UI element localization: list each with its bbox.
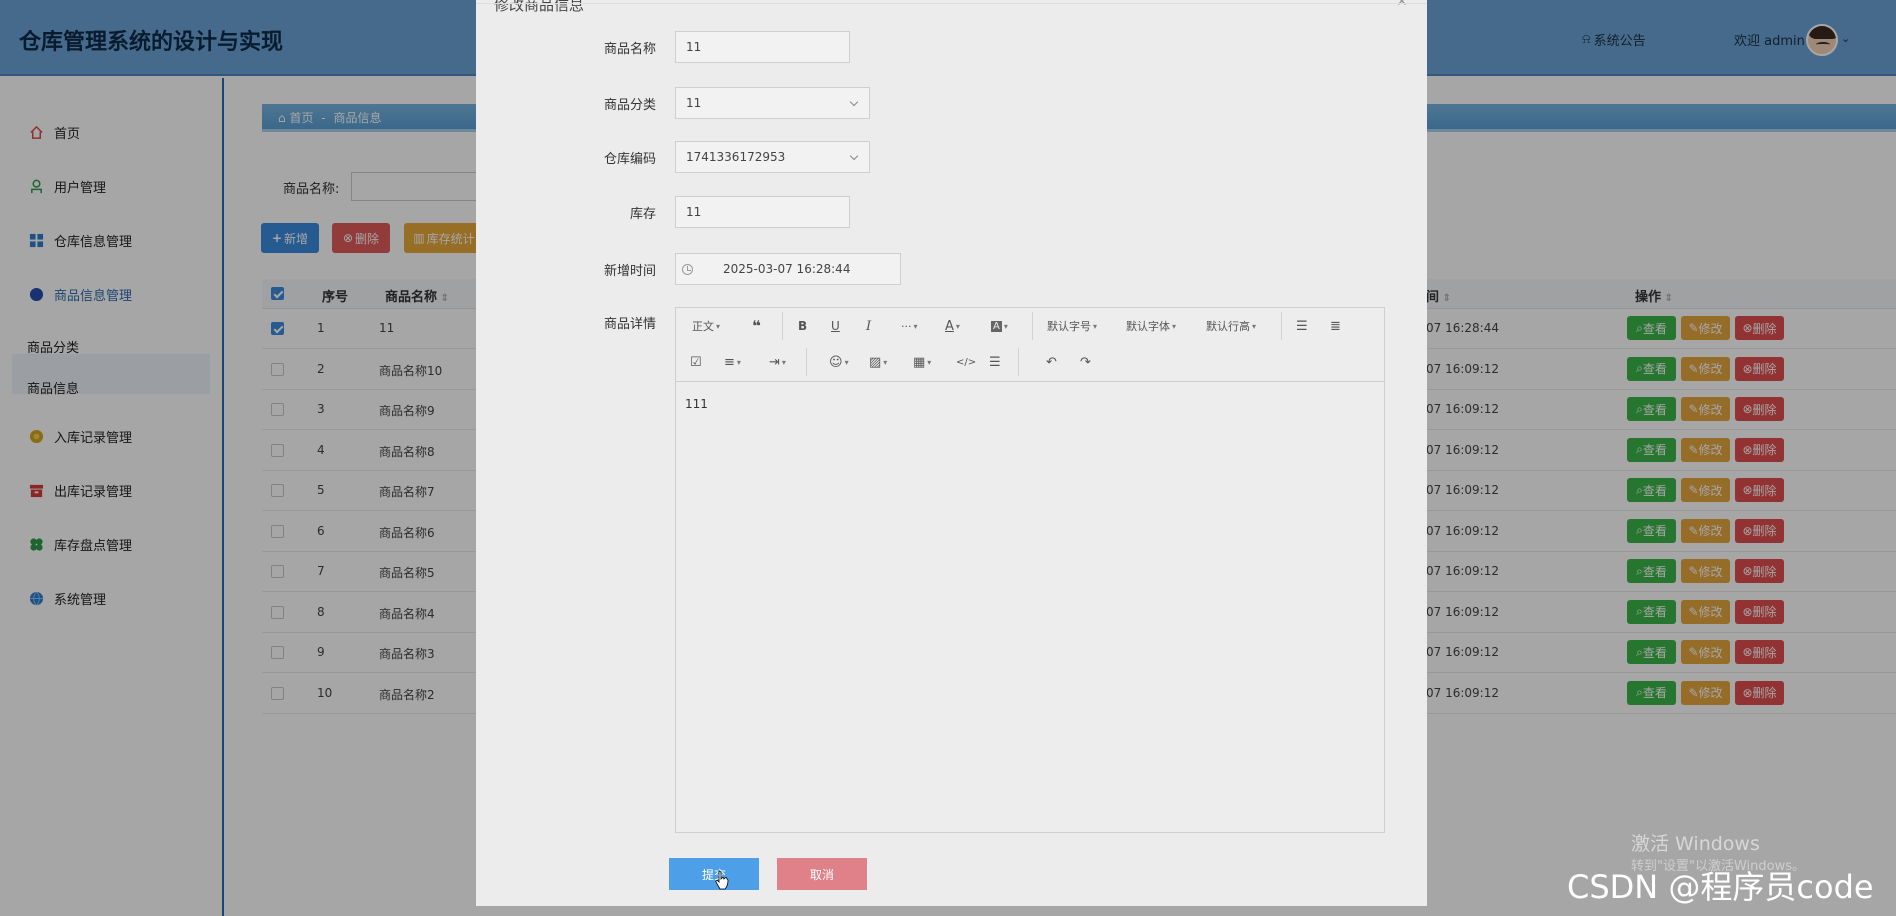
clock-icon — [682, 264, 693, 275]
paragraph-dropdown[interactable]: 正文 ▾ — [692, 318, 720, 334]
line-height-label: 默认行高 — [1206, 320, 1250, 333]
csdn-watermark: CSDN @程序员code — [1567, 868, 1874, 906]
warehouse-label: 仓库编码 — [603, 152, 656, 167]
category-label: 商品分类 — [603, 98, 656, 113]
warehouse-select-value: 1741336172953 — [686, 150, 786, 164]
editor-toolbar: 正文 ▾ ❝ B U I ··· ▾ A ▾ A ▾ 默认字号 ▾ 默认字体 ▾ 默认行高 ▾… — [676, 308, 1384, 382]
bullet-list-icon[interactable]: ☰ — [1296, 318, 1308, 334]
font-family-dropdown[interactable]: 默认字体 ▾ — [1126, 318, 1176, 334]
line-height-dropdown[interactable]: 默认行高 ▾ — [1206, 318, 1256, 334]
undo-icon[interactable]: ↶ — [1046, 354, 1057, 370]
cancel-button[interactable]: 取消 — [777, 858, 867, 890]
caret-icon: ▾ — [736, 357, 741, 367]
caret-icon: ▾ — [716, 321, 721, 331]
caret-icon: ▾ — [844, 357, 849, 367]
windows-activation-watermark: 激活 Windows — [1631, 833, 1760, 855]
hand-cursor-icon — [715, 870, 729, 890]
toolbar-separator — [1281, 312, 1282, 340]
font-family-label: 默认字体 — [1126, 320, 1170, 333]
align-icon[interactable]: ≡ ▾ — [724, 354, 741, 370]
caret-icon: ▾ — [1252, 321, 1257, 331]
rich-text-editor: 正文 ▾ ❝ B U I ··· ▾ A ▾ A ▾ 默认字号 ▾ 默认字体 ▾ 默认行高 ▾… — [675, 307, 1385, 833]
edit-goods-modal: 修改商品信息 ✕ 商品名称 11 商品分类 11 仓库编码 1741336172… — [476, 0, 1427, 906]
font-size-dropdown[interactable]: 默认字号 ▾ — [1047, 318, 1097, 334]
time-picker[interactable]: 2025-03-07 16:28:44 — [675, 253, 901, 285]
underline-icon[interactable]: U — [831, 318, 840, 334]
emoji-icon[interactable]: ☺ ▾ — [829, 354, 849, 370]
caret-icon: ▾ — [927, 357, 932, 367]
image-icon[interactable]: ▨ ▾ — [869, 354, 887, 370]
warehouse-select[interactable]: 1741336172953 — [675, 141, 870, 173]
bg-color-icon[interactable]: A ▾ — [991, 318, 1008, 334]
toolbar-separator — [806, 348, 807, 376]
name-input[interactable]: 11 — [675, 31, 850, 63]
toolbar-separator — [1018, 348, 1019, 376]
caret-icon: ▾ — [781, 357, 786, 367]
font-size-label: 默认字号 — [1047, 320, 1091, 333]
toolbar-separator — [782, 312, 783, 340]
caret-icon: ▾ — [955, 321, 960, 331]
editor-content[interactable]: 111 — [685, 397, 708, 411]
numbered-list-icon[interactable]: ≣ — [1330, 318, 1341, 334]
time-label: 新增时间 — [603, 264, 656, 279]
font-color-icon[interactable]: A ▾ — [945, 318, 960, 334]
caret-icon: ▾ — [1093, 321, 1098, 331]
code-icon[interactable]: </> — [956, 354, 976, 370]
stock-label: 库存 — [629, 207, 656, 222]
caret-icon: ▾ — [913, 321, 918, 331]
caret-icon: ▾ — [883, 357, 888, 367]
modal-divider — [476, 3, 1427, 4]
quote-icon[interactable]: ❝ — [752, 317, 761, 335]
submit-button[interactable]: 提交 — [669, 858, 759, 890]
more-style-label: ··· — [901, 319, 912, 333]
indent-icon[interactable]: ⇥ ▾ — [769, 354, 786, 370]
caret-icon: ▾ — [1172, 321, 1177, 331]
name-label: 商品名称 — [603, 42, 656, 57]
category-select[interactable]: 11 — [675, 87, 870, 119]
detail-label: 商品详情 — [603, 317, 656, 332]
divider-icon[interactable]: ☰ — [989, 354, 1001, 370]
paragraph-label: 正文 — [692, 320, 714, 333]
todo-checkbox-icon[interactable]: ☑ — [690, 354, 702, 370]
stock-input[interactable]: 11 — [675, 196, 850, 228]
caret-icon: ▾ — [1003, 321, 1008, 331]
italic-icon[interactable]: I — [866, 318, 871, 334]
category-select-value: 11 — [686, 96, 702, 110]
time-value: 2025-03-07 16:28:44 — [723, 262, 851, 276]
redo-icon[interactable]: ↷ — [1080, 354, 1091, 370]
close-icon[interactable]: ✕ — [1396, 0, 1408, 10]
more-style-dropdown[interactable]: ··· ▾ — [901, 318, 918, 334]
toolbar-separator — [1032, 312, 1033, 340]
table-icon[interactable]: ▦ ▾ — [913, 354, 931, 370]
bold-icon[interactable]: B — [798, 318, 807, 334]
